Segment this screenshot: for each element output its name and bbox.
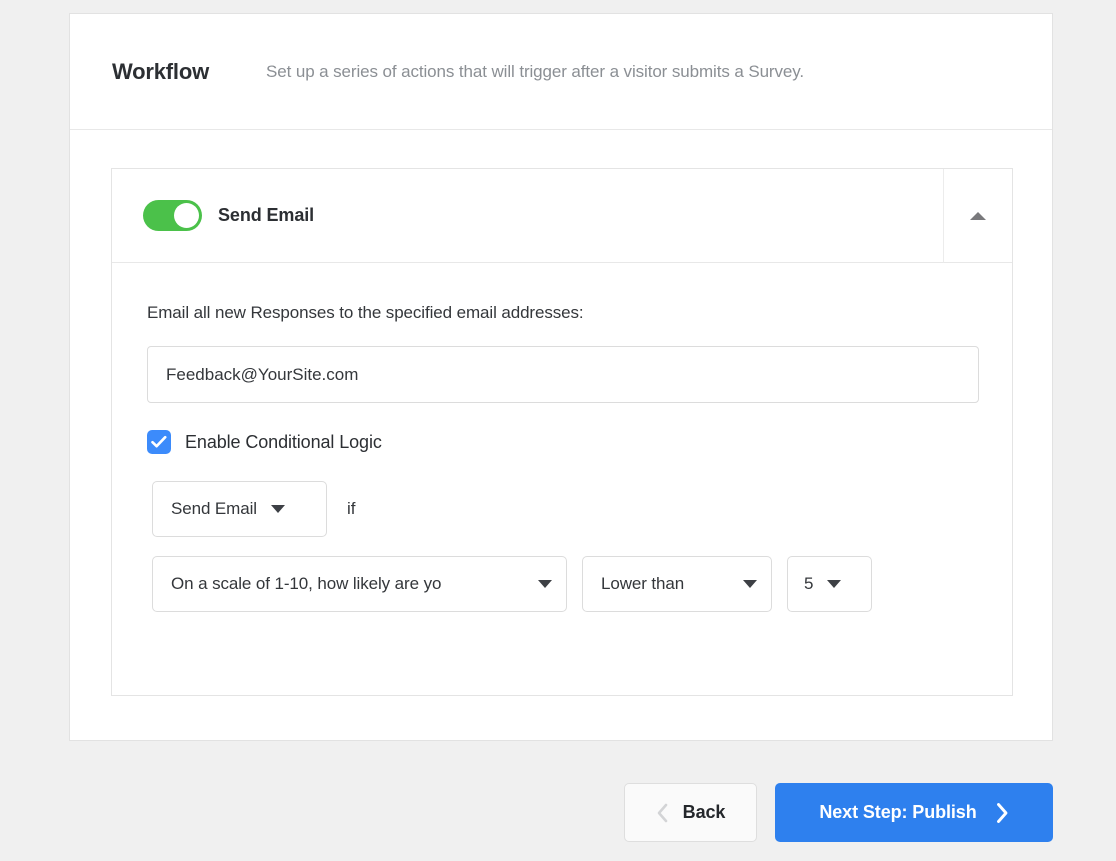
checkmark-icon	[151, 435, 167, 448]
conditional-action-value: Send Email	[171, 499, 257, 518]
chevron-down-icon	[827, 580, 842, 588]
caret-up-icon	[970, 211, 986, 220]
chevron-left-icon	[656, 803, 669, 823]
back-button-label: Back	[682, 802, 726, 822]
next-step-publish-button[interactable]: Next Step: Publish	[775, 783, 1053, 842]
chevron-down-icon	[538, 580, 552, 588]
send-email-toggle[interactable]	[143, 200, 202, 231]
enable-conditional-logic-checkbox[interactable]	[147, 430, 171, 454]
send-email-action-panel: Send Email Email all new Responses to th…	[111, 168, 1013, 696]
page-title: Workflow	[112, 58, 209, 84]
conditional-field-select[interactable]: On a scale of 1-10, how likely are yo	[152, 556, 567, 612]
enable-conditional-logic-label: Enable Conditional Logic	[185, 431, 382, 452]
next-step-publish-label: Next Step: Publish	[819, 802, 977, 822]
email-recipients-input[interactable]	[147, 346, 979, 403]
card-header: Workflow Set up a series of actions that…	[70, 14, 1052, 130]
conditional-action-select[interactable]: Send Email	[152, 481, 327, 537]
toggle-knob	[174, 203, 199, 228]
collapse-panel-button[interactable]	[943, 169, 1012, 263]
action-panel-header-main: Send Email	[112, 169, 943, 263]
send-email-toggle-label: Send Email	[218, 205, 315, 225]
action-panel-body: Email all new Responses to the specified…	[112, 263, 1012, 612]
wizard-footer: Back Next Step: Publish	[69, 783, 1053, 842]
enable-conditional-logic-row[interactable]: Enable Conditional Logic	[147, 430, 382, 454]
chevron-down-icon	[743, 580, 757, 588]
chevron-right-icon	[995, 802, 1009, 824]
action-panel-header: Send Email	[112, 169, 1012, 263]
conditional-operator-select[interactable]: Lower than	[582, 556, 772, 612]
conditional-action-row: Send Email if	[152, 481, 1012, 537]
workflow-card: Workflow Set up a series of actions that…	[69, 13, 1053, 741]
conditional-value-value: 5	[804, 574, 814, 593]
conditional-rule-row: On a scale of 1-10, how likely are yo Lo…	[152, 556, 1012, 612]
page-subtitle: Set up a series of actions that will tri…	[266, 61, 805, 81]
back-button[interactable]: Back	[624, 783, 757, 842]
chevron-down-icon	[270, 505, 285, 513]
if-keyword-label: if	[347, 499, 356, 518]
conditional-field-value: On a scale of 1-10, how likely are yo	[171, 574, 442, 593]
conditional-operator-value: Lower than	[601, 574, 685, 593]
conditional-value-select[interactable]: 5	[787, 556, 872, 612]
email-instruction-text: Email all new Responses to the specified…	[147, 303, 584, 322]
